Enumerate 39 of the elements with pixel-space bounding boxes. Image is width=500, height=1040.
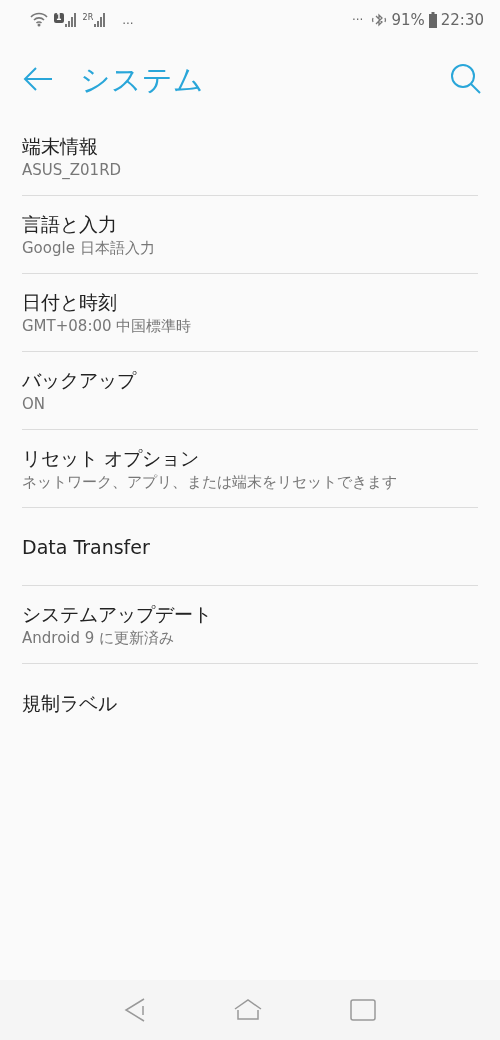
item-title: バックアップ [22, 367, 138, 393]
back-arrow-icon[interactable] [22, 66, 54, 92]
settings-item[interactable]: システムアップデート Android 9 に更新済み [22, 586, 478, 664]
item-title: 言語と入力 [22, 211, 118, 237]
item-title: 規制ラベル [22, 691, 118, 716]
item-subtitle: Google 日本語入力 [22, 237, 156, 259]
bluetooth-icon [371, 12, 388, 28]
item-subtitle: ネットワーク、アプリ、または端末をリセットできます [22, 471, 398, 493]
back-icon[interactable] [124, 998, 146, 1022]
settings-item[interactable]: バックアップ ON [22, 352, 478, 430]
item-title: システムアップデート [22, 601, 213, 627]
settings-item[interactable]: 端末情報 ASUS_Z01RD [22, 118, 478, 196]
settings-item[interactable]: 規制ラベル [22, 664, 478, 742]
search-icon[interactable] [450, 63, 482, 95]
home-icon[interactable] [234, 999, 262, 1021]
item-title: 日付と時刻 [22, 289, 118, 315]
item-subtitle: ON [22, 393, 47, 415]
more-notifications: ··· [351, 12, 364, 29]
battery-icon [428, 12, 437, 28]
sim-badge: 1 [54, 13, 64, 23]
settings-item[interactable]: リセット オプション ネットワーク、アプリ、または端末をリセットできます [22, 430, 478, 508]
clock: 22:30 [440, 9, 484, 31]
settings-item[interactable]: 言語と入力 Google 日本語入力 [22, 196, 478, 274]
item-subtitle: GMT+08:00 中国標準時 [22, 315, 193, 337]
item-title: Data Transfer [22, 534, 151, 560]
settings-item[interactable]: Data Transfer [22, 508, 478, 586]
more-notifications: ... [122, 12, 134, 29]
item-title: リセット オプション [22, 445, 201, 471]
recents-icon[interactable] [350, 999, 376, 1021]
settings-item[interactable]: 日付と時刻 GMT+08:00 中国標準時 [22, 274, 478, 352]
page-title: システム [80, 60, 204, 99]
signal-icon [64, 13, 77, 27]
item-subtitle: ASUS_Z01RD [22, 159, 123, 181]
item-title: 端末情報 [22, 133, 99, 159]
wifi-icon [30, 12, 48, 28]
item-subtitle: Android 9 に更新済み [22, 627, 176, 649]
battery-percent: 91% [391, 9, 425, 31]
sim-label: 2R [82, 13, 94, 23]
signal-icon [94, 13, 107, 27]
